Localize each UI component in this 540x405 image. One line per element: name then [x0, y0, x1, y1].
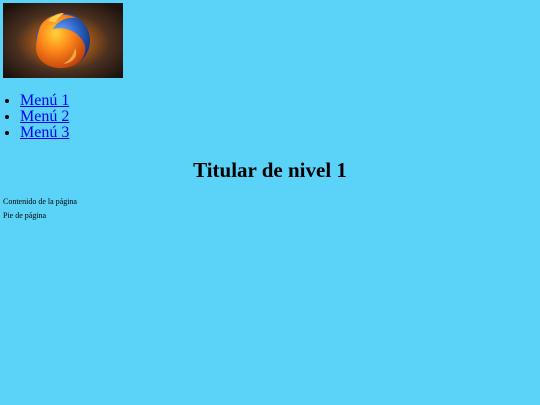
- menu-link-3[interactable]: Menú 3: [20, 124, 69, 141]
- menu-link-2[interactable]: Menú 2: [20, 108, 69, 125]
- menu-item: Menú 1: [20, 93, 69, 109]
- menu-item: Menú 3: [20, 125, 69, 141]
- navigation-menu: Menú 1 Menú 2 Menú 3: [0, 93, 69, 141]
- page-footer: Pie de página: [3, 211, 47, 220]
- page-title: Titular de nivel 1: [193, 158, 347, 182]
- firefox-logo-icon: [3, 3, 123, 78]
- menu-item: Menú 2: [20, 109, 69, 125]
- page-content: Contenido de la página: [3, 197, 77, 206]
- menu-link-1[interactable]: Menú 1: [20, 92, 69, 109]
